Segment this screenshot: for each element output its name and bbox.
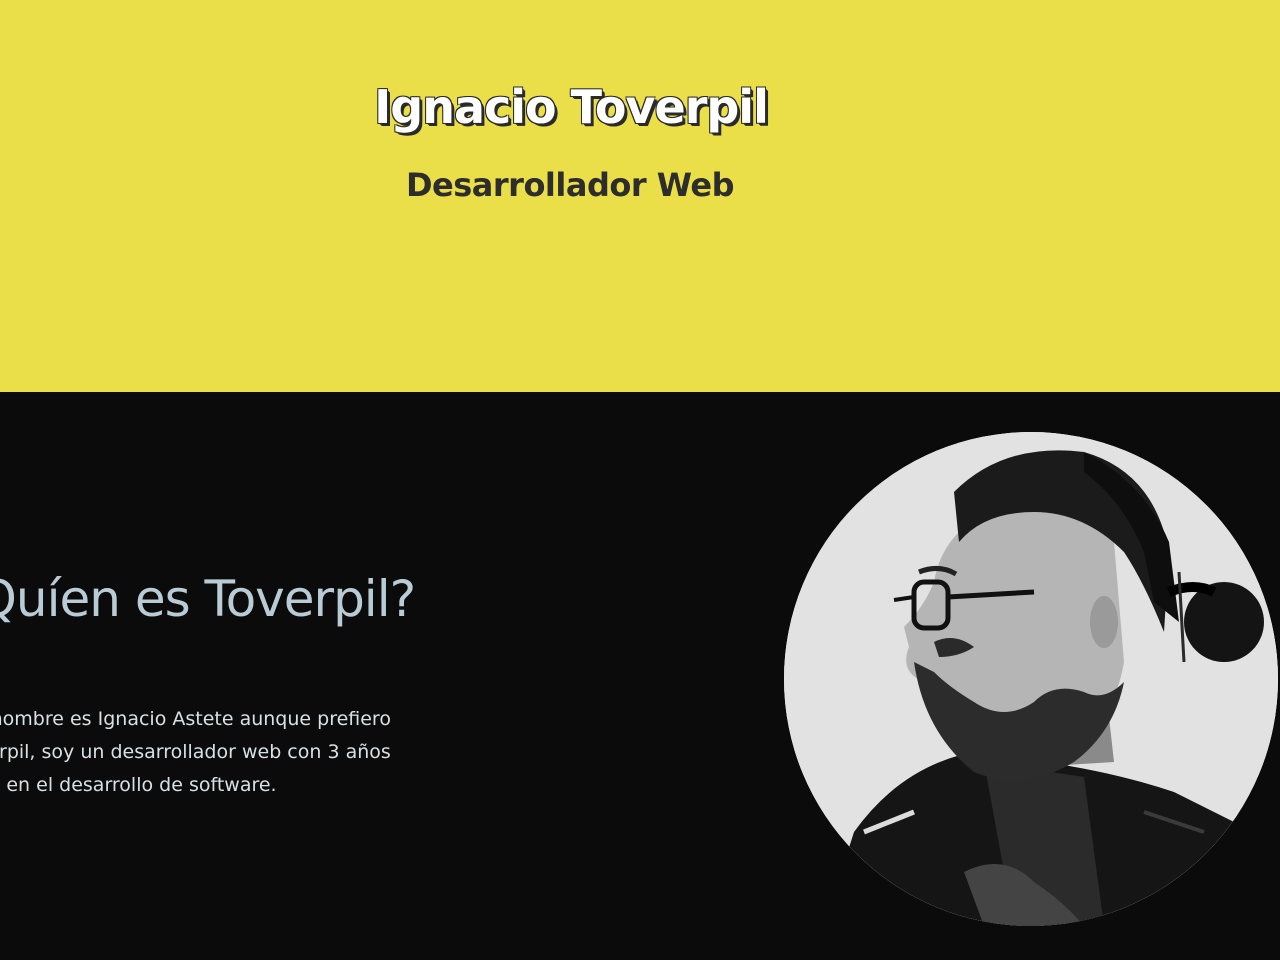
page: Ignacio Toverpil Desarrollador Web ¿Quíe…: [0, 0, 1280, 960]
about-paragraph-line: de experiencia en el desarrollo de softw…: [0, 774, 277, 796]
about-paragraph-line: llamarme Toverpil, soy un desarrollador …: [0, 741, 391, 763]
about-heading: ¿Quíen es Toverpil?: [0, 570, 416, 628]
hero-section: Ignacio Toverpil Desarrollador Web: [0, 0, 1280, 392]
hero-name: Ignacio Toverpil: [374, 80, 769, 134]
profile-photo-icon: [784, 432, 1278, 926]
about-paragraph: Mi verdadero nombre es Ignacio Astete au…: [0, 703, 500, 802]
hero-role: Desarrollador Web: [405, 166, 735, 204]
about-paragraph-line: Mi verdadero nombre es Ignacio Astete au…: [0, 708, 391, 730]
profile-photo: [784, 432, 1278, 926]
about-section: ¿Quíen es Toverpil? Mi verdadero nombre …: [0, 392, 1280, 960]
